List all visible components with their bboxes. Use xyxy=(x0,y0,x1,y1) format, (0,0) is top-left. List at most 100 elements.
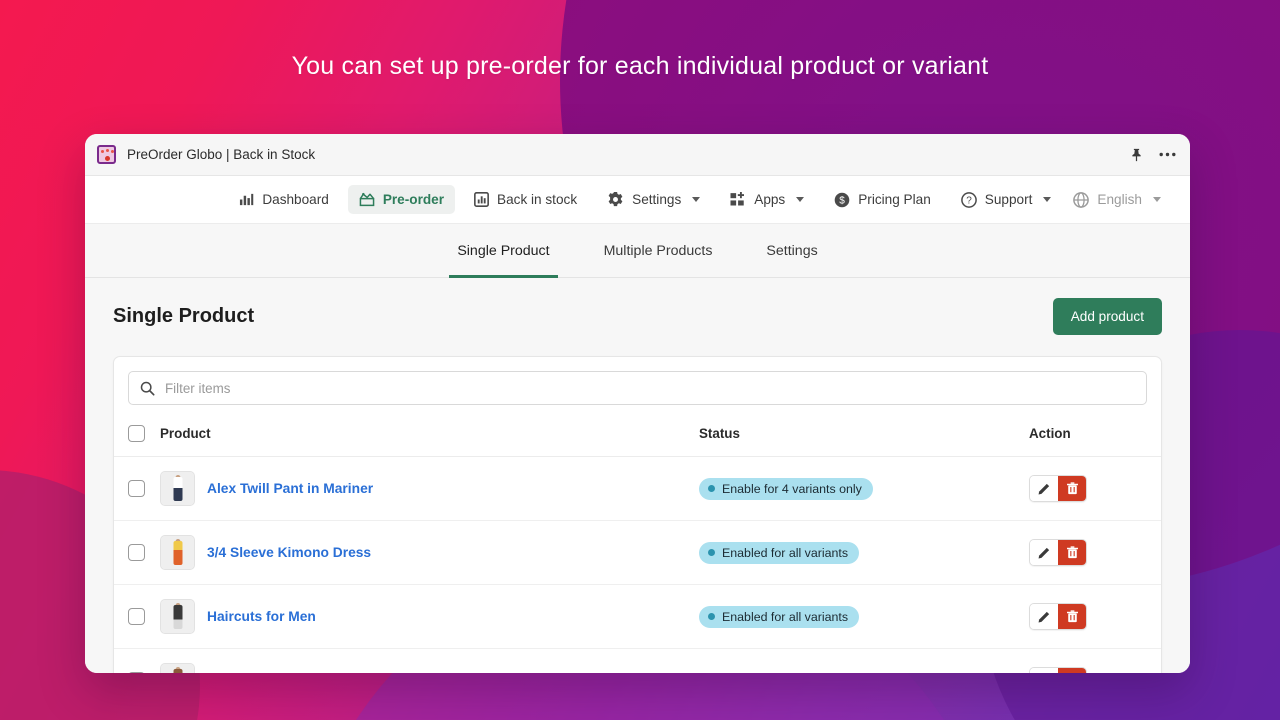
page-title: Single Product xyxy=(113,305,255,327)
delete-button[interactable] xyxy=(1058,540,1086,565)
tab-bar: Single Product Multiple Products Setting… xyxy=(85,224,1190,278)
row-checkbox[interactable] xyxy=(128,672,145,673)
nav-item-label: Support xyxy=(984,192,1033,207)
column-header-product: Product xyxy=(160,411,699,457)
trash-icon xyxy=(1066,610,1078,623)
row-status-cell: Enabled for all variants xyxy=(699,584,1029,649)
pencil-icon xyxy=(1038,483,1049,495)
table-row: 3/4 Sleeve Kimono Dress Enabled for all … xyxy=(114,520,1161,585)
product-link[interactable]: 3/4 Sleeve Kimono Dress xyxy=(207,545,371,560)
row-action-cell xyxy=(1029,584,1161,649)
chart-square-icon xyxy=(474,192,489,207)
row-select-cell xyxy=(114,648,160,673)
row-select-cell xyxy=(114,520,160,585)
nav-item-label: Back in stock xyxy=(497,192,578,207)
promo-headline: You can set up pre-order for each indivi… xyxy=(291,52,989,80)
row-product-cell xyxy=(160,648,699,673)
row-status-cell xyxy=(699,648,1029,673)
promo-banner: You can set up pre-order for each indivi… xyxy=(0,0,1280,720)
delete-button[interactable] xyxy=(1058,476,1086,501)
status-badge: Enable for 4 variants only xyxy=(699,477,873,500)
select-all-header xyxy=(114,411,160,457)
row-action-cell xyxy=(1029,520,1161,585)
tab-multiple-products[interactable]: Multiple Products xyxy=(596,224,721,278)
bar-chart-icon xyxy=(239,192,254,207)
nav-item-dashboard[interactable]: Dashboard xyxy=(228,185,340,214)
row-checkbox[interactable] xyxy=(128,608,145,625)
row-actions xyxy=(1029,475,1087,502)
product-thumbnail xyxy=(160,663,195,673)
nav-item-label: Apps xyxy=(754,192,786,207)
edit-button[interactable] xyxy=(1030,540,1058,565)
pre-order-icon xyxy=(359,192,375,207)
product-thumbnail xyxy=(160,471,195,506)
status-badge: Enabled for all variants xyxy=(699,541,860,564)
window-title: PreOrder Globo | Back in Stock xyxy=(127,147,316,162)
nav-item-label: Pricing Plan xyxy=(858,192,931,207)
chevron-down-icon xyxy=(1043,197,1052,202)
globe-icon xyxy=(1073,191,1090,208)
language-label: English xyxy=(1097,192,1142,207)
svg-text:$: $ xyxy=(839,195,845,206)
pin-icon[interactable] xyxy=(1130,148,1143,162)
nav-item-language[interactable]: English xyxy=(1062,185,1172,215)
product-link[interactable]: Haircuts for Men xyxy=(207,609,316,624)
dollar-circle-icon: $ xyxy=(834,192,850,208)
page-header: Single Product Add product xyxy=(85,278,1190,335)
nav-item-settings[interactable]: Settings xyxy=(596,184,711,215)
status-label: Enable for 4 variants only xyxy=(722,481,862,496)
product-link[interactable]: Alex Twill Pant in Mariner xyxy=(207,481,373,496)
row-product-cell: 3/4 Sleeve Kimono Dress xyxy=(160,520,699,585)
status-label: Enabled for all variants xyxy=(722,545,849,560)
status-dot-icon xyxy=(708,549,715,556)
filter-box[interactable] xyxy=(128,371,1147,405)
row-action-cell xyxy=(1029,456,1161,521)
ellipsis-icon[interactable] xyxy=(1159,152,1176,157)
status-dot-icon xyxy=(708,613,715,620)
chevron-down-icon xyxy=(692,197,701,202)
table-row: Haircuts for Men Enabled for all variant… xyxy=(114,584,1161,649)
row-checkbox[interactable] xyxy=(128,480,145,497)
gear-icon xyxy=(607,191,624,208)
nav-item-apps[interactable]: Apps xyxy=(719,185,815,214)
filter-input[interactable] xyxy=(165,380,1135,396)
window-titlebar: PreOrder Globo | Back in Stock xyxy=(85,134,1190,176)
row-actions xyxy=(1029,603,1087,630)
apps-grid-plus-icon xyxy=(730,192,746,207)
nav-item-pre-order[interactable]: Pre-order xyxy=(347,185,456,214)
select-all-checkbox[interactable] xyxy=(128,425,145,442)
row-select-cell xyxy=(114,584,160,649)
nav-item-back-in-stock[interactable]: Back in stock xyxy=(463,185,588,214)
edit-button[interactable] xyxy=(1030,668,1058,673)
row-select-cell xyxy=(114,456,160,521)
chevron-down-icon xyxy=(796,197,805,202)
add-product-button[interactable]: Add product xyxy=(1052,298,1162,335)
edit-button[interactable] xyxy=(1030,476,1058,501)
tab-settings[interactable]: Settings xyxy=(758,224,825,278)
page-content: Single Product Multiple Products Setting… xyxy=(85,224,1190,673)
products-card: Product Status Action xyxy=(113,356,1162,673)
status-badge: Enabled for all variants xyxy=(699,605,860,628)
nav-item-support[interactable]: ? Support xyxy=(950,185,1063,215)
row-status-cell: Enable for 4 variants only xyxy=(699,456,1029,521)
svg-text:?: ? xyxy=(966,195,972,206)
nav-item-pricing-plan[interactable]: $ Pricing Plan xyxy=(823,185,942,215)
table-header-row: Product Status Action xyxy=(114,411,1161,457)
edit-button[interactable] xyxy=(1030,604,1058,629)
column-header-action: Action xyxy=(1029,411,1161,457)
trash-icon xyxy=(1066,482,1078,495)
row-checkbox[interactable] xyxy=(128,544,145,561)
chevron-down-icon xyxy=(1153,197,1161,202)
search-icon xyxy=(140,381,155,396)
store-icon xyxy=(97,145,116,164)
status-dot-icon xyxy=(708,485,715,492)
row-product-cell: Alex Twill Pant in Mariner xyxy=(160,456,699,521)
row-actions xyxy=(1029,667,1087,673)
delete-button[interactable] xyxy=(1058,604,1086,629)
nav-item-label: Dashboard xyxy=(262,192,329,207)
filter-area xyxy=(114,357,1161,411)
tab-single-product[interactable]: Single Product xyxy=(449,224,558,278)
delete-button[interactable] xyxy=(1058,668,1086,673)
table-row: Alex Twill Pant in Mariner Enable for 4 … xyxy=(114,456,1161,521)
row-status-cell: Enabled for all variants xyxy=(699,520,1029,585)
